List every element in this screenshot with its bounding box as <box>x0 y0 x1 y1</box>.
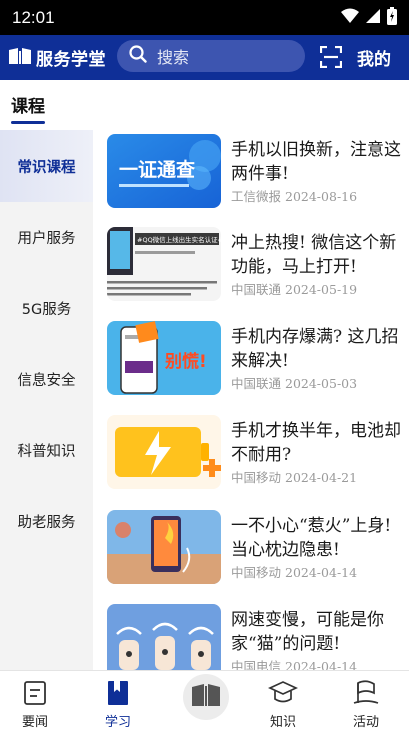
article-title: 手机才换半年，电池却不耐用? <box>231 421 401 465</box>
sidebar-item-elderly-service[interactable]: 助老服务 <box>0 485 93 557</box>
article-date: 2024-08-16 <box>285 189 358 204</box>
search-placeholder: 搜索 <box>157 48 190 67</box>
scan-button[interactable] <box>319 45 343 69</box>
article-date: 2024-05-19 <box>285 282 358 297</box>
graduation-cap-icon <box>268 678 298 708</box>
nav-item-knowledge[interactable]: 知识 <box>242 671 324 740</box>
signal-icon <box>365 8 381 28</box>
mine-button[interactable]: 我的 <box>357 45 391 70</box>
article-title: 网速变慢，可能是你家“猫”的问题! <box>231 610 384 654</box>
article-meta: 中国移动 2024-04-21 <box>231 467 357 486</box>
article-card[interactable]: 一证通查 手机以旧换新，注意这两件事! 工信微报 2024-08-16 <box>107 134 403 210</box>
article-card[interactable]: 网速变慢，可能是你家“猫”的问题! 中国电信 2024-04-14 <box>107 604 403 670</box>
article-date: 2024-04-14 <box>285 565 358 580</box>
article-title: 一不小心“惹火”上身! 当心枕边隐患! <box>231 516 392 560</box>
article-thumbnail: 别慌! <box>107 321 221 395</box>
open-book-icon <box>191 683 221 711</box>
article-source: 中国移动 <box>231 470 282 485</box>
article-list: 一证通查 手机以旧换新，注意这两件事! 工信微报 2024-08-16 #QQ微… <box>93 130 409 670</box>
article-thumbnail <box>107 604 221 670</box>
sidebar-item-science[interactable]: 科普知识 <box>0 414 93 486</box>
article-meta: 中国移动 2024-04-14 <box>231 562 357 581</box>
brand-logo: 服务学堂 <box>8 45 106 70</box>
brand-name: 服务学堂 <box>36 50 106 70</box>
article-thumbnail: #QQ微信上线出生实名认证# <box>107 227 221 301</box>
sidebar-item-user-service[interactable]: 用户服务 <box>0 201 93 273</box>
article-source: 中国电信 <box>231 659 282 670</box>
center-book-button[interactable] <box>183 674 229 720</box>
status-bar: 12:01 <box>0 0 409 35</box>
page-tabs: 课程 <box>0 80 409 130</box>
nav-item-study[interactable]: 学习 <box>77 671 159 740</box>
nav-item-activity[interactable]: 活动 <box>325 671 407 740</box>
tab-course[interactable]: 课程 <box>11 92 45 117</box>
sidebar-item-info-security[interactable]: 信息安全 <box>0 343 93 415</box>
thumb-caption: 一证通查 <box>119 158 196 181</box>
article-date: 2024-04-14 <box>285 659 358 670</box>
search-icon <box>129 45 147 67</box>
thumb-caption: 别慌! <box>164 351 207 372</box>
article-source: 中国联通 <box>231 282 282 297</box>
article-card[interactable]: 别慌! 手机内存爆满? 这几招来解决! 中国联通 2024-05-03 <box>107 321 403 397</box>
flag-icon <box>351 678 381 708</box>
article-source: 中国移动 <box>231 565 282 580</box>
article-meta: 中国联通 2024-05-19 <box>231 279 357 298</box>
article-thumbnail <box>107 415 221 489</box>
article-card[interactable]: 一不小心“惹火”上身! 当心枕边隐患! 中国移动 2024-04-14 <box>107 510 403 586</box>
article-title: 手机以旧换新，注意这两件事! <box>231 140 401 184</box>
bookmark-book-icon <box>103 678 133 708</box>
scan-icon <box>319 45 343 69</box>
article-source: 工信微报 <box>231 189 282 204</box>
app-header: 服务学堂 搜索 我的 <box>0 35 409 80</box>
nav-label: 学习 <box>104 715 131 730</box>
article-thumbnail <box>107 510 221 584</box>
nav-item-news[interactable]: 要闻 <box>0 671 76 740</box>
thumb-caption: #QQ微信上线出生实名认证# <box>137 235 221 244</box>
battery-icon <box>387 6 397 29</box>
article-title: 冲上热搜! 微信这个新功能，马上打开! <box>231 233 397 277</box>
status-time: 12:01 <box>12 7 55 27</box>
sidebar-item-5g-service[interactable]: 5G服务 <box>0 272 93 344</box>
article-source: 中国联通 <box>231 376 282 391</box>
sidebar-item-common-course[interactable]: 常识课程 <box>0 130 93 202</box>
wifi-icon <box>341 8 359 28</box>
category-sidebar: 常识课程 用户服务 5G服务 信息安全 科普知识 助老服务 <box>0 130 93 670</box>
book-logo-icon <box>8 47 32 69</box>
nav-label: 活动 <box>352 715 379 730</box>
nav-label: 知识 <box>269 715 296 730</box>
search-input[interactable]: 搜索 <box>117 40 305 72</box>
article-thumbnail: 一证通查 <box>107 134 221 208</box>
article-meta: 中国联通 2024-05-03 <box>231 373 357 392</box>
news-icon <box>20 678 50 708</box>
nav-label: 要闻 <box>21 715 48 730</box>
article-meta: 工信微报 2024-08-16 <box>231 186 357 205</box>
status-icons <box>341 6 397 29</box>
article-card[interactable]: 手机才换半年，电池却不耐用? 中国移动 2024-04-21 <box>107 415 403 491</box>
article-meta: 中国电信 2024-04-14 <box>231 656 357 670</box>
article-date: 2024-04-21 <box>285 470 358 485</box>
article-title: 手机内存爆满? 这几招来解决! <box>231 327 399 371</box>
article-card[interactable]: #QQ微信上线出生实名认证# 冲上热搜! 微信这个新功能，马上打开! 中国联通 … <box>107 227 403 303</box>
tab-underline <box>11 121 45 124</box>
article-date: 2024-05-03 <box>285 376 358 391</box>
